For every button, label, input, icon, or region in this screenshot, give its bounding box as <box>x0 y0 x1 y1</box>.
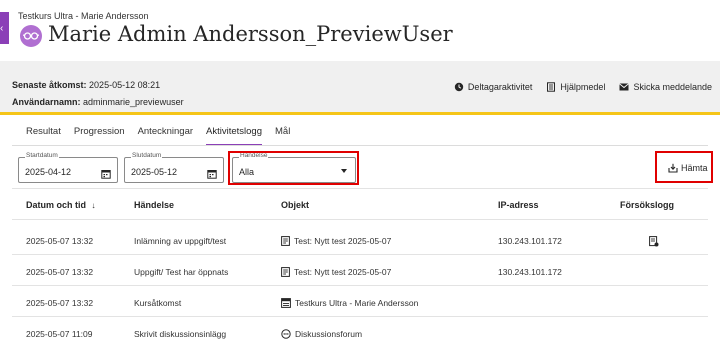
table-row: 2025-05-07 13:32 Inlämning av uppgift/te… <box>12 225 708 255</box>
object-cell[interactable]: Test: Nytt test 2025-05-07 <box>281 267 391 277</box>
table-row: 2025-05-07 11:09 Skrivit diskussionsinlä… <box>12 318 708 341</box>
last-access: Senaste åtkomst: 2025-05-12 08:21 <box>12 80 160 90</box>
object-label: Testkurs Ultra - Marie Andersson <box>295 298 419 308</box>
username-value: adminmarie_previewuser <box>83 97 184 107</box>
avatar <box>20 25 42 47</box>
course-name: Testkurs Ultra - Marie Andersson <box>18 11 149 21</box>
object-cell[interactable]: Testkurs Ultra - Marie Andersson <box>281 298 418 308</box>
datetime-cell: 2025-05-07 13:32 <box>26 236 94 246</box>
aids-link[interactable]: Hjälpmedel <box>546 82 605 92</box>
tab-progression[interactable]: Progression <box>74 126 125 146</box>
course-icon <box>281 298 291 308</box>
calendar-icon[interactable] <box>101 166 111 184</box>
attempt-log-button[interactable] <box>649 236 659 247</box>
test-icon <box>281 236 290 246</box>
column-header-object: Objekt <box>281 200 310 210</box>
send-message-label: Skicka meddelande <box>633 82 712 92</box>
tab-notes[interactable]: Anteckningar <box>138 126 193 146</box>
envelope-icon <box>619 82 630 92</box>
tabs-divider <box>12 145 708 146</box>
clock-icon <box>454 82 464 92</box>
event-cell: Inlämning av uppgift/test <box>134 236 227 246</box>
event-cell: Skrivit diskussionsinlägg <box>134 329 227 339</box>
start-date-field[interactable]: Startdatum 2025-04-12 <box>18 152 118 184</box>
header-divider <box>12 219 708 220</box>
send-message-link[interactable]: Skicka meddelande <box>619 82 712 92</box>
highlight-box-event <box>228 151 359 185</box>
object-cell[interactable]: Diskussionsforum <box>281 329 362 339</box>
start-date-value: 2025-04-12 <box>25 167 72 177</box>
tab-goals[interactable]: Mål <box>275 126 290 146</box>
datetime-cell: 2025-05-07 13:32 <box>26 298 94 308</box>
column-header-event: Händelse <box>134 200 175 210</box>
last-access-label: Senaste åtkomst: <box>12 80 87 90</box>
object-label: Test: Nytt test 2025-05-07 <box>294 267 392 277</box>
attempt-log-icon <box>649 236 659 247</box>
discussion-icon <box>281 329 291 339</box>
sort-arrow-icon: ↓ <box>91 201 96 210</box>
last-access-value: 2025-05-12 08:21 <box>89 80 161 90</box>
table-row: 2025-05-07 13:32 Uppgift/ Test har öppna… <box>12 256 708 286</box>
column-header-ip: IP-adress <box>498 200 539 210</box>
participant-activity-link[interactable]: Deltagaraktivitet <box>454 82 533 92</box>
document-list-icon <box>546 82 556 92</box>
ip-cell: 130.243.101.172 <box>498 236 562 246</box>
event-cell: Kursåtkomst <box>134 298 182 308</box>
participant-activity-label: Deltagaraktivitet <box>467 82 533 92</box>
datetime-cell: 2025-05-07 13:32 <box>26 267 94 277</box>
object-label: Test: Nytt test 2025-05-07 <box>294 236 392 246</box>
column-header-datetime[interactable]: Datum och tid ↓ <box>26 200 96 210</box>
event-cell: Uppgift/ Test har öppnats <box>134 267 229 277</box>
tab-results[interactable]: Resultat <box>26 126 61 146</box>
end-date-label: Slutdatum <box>131 152 163 159</box>
aids-label: Hjälpmedel <box>560 82 606 92</box>
table-row: 2025-05-07 13:32 Kursåtkomst Testkurs Ul… <box>12 287 708 317</box>
start-date-label: Startdatum <box>25 152 59 159</box>
datetime-cell: 2025-05-07 11:09 <box>26 329 93 339</box>
glasses-icon <box>23 32 39 40</box>
end-date-field[interactable]: Slutdatum 2025-05-12 <box>124 152 224 184</box>
end-date-value: 2025-05-12 <box>131 167 178 177</box>
tab-activity-log[interactable]: Aktivitetslogg <box>206 126 262 146</box>
calendar-icon[interactable] <box>207 166 217 184</box>
object-label: Diskussionsforum <box>295 329 363 339</box>
table-top-divider <box>12 188 708 189</box>
username-label: Användarnamn: <box>12 97 81 107</box>
highlight-box-download <box>655 151 713 183</box>
object-cell[interactable]: Test: Nytt test 2025-05-07 <box>281 236 391 246</box>
tab-bar: Resultat Progression Anteckningar Aktivi… <box>26 126 303 146</box>
ip-cell: 130.243.101.172 <box>498 267 562 277</box>
column-header-attempt-log: Försökslogg <box>620 200 675 210</box>
chevron-left-icon: ‹ <box>0 23 4 34</box>
user-actions: Deltagaraktivitet Hjälpmedel Skicka medd… <box>454 82 712 92</box>
back-button[interactable]: ‹ <box>0 12 9 44</box>
username: Användarnamn: adminmarie_previewuser <box>12 97 184 107</box>
column-header-datetime-label: Datum och tid <box>26 200 86 210</box>
user-info-bar: Senaste åtkomst: 2025-05-12 08:21 Använd… <box>0 61 720 115</box>
test-icon <box>281 267 290 277</box>
page-title: Marie Admin Andersson_PreviewUser <box>48 22 453 46</box>
